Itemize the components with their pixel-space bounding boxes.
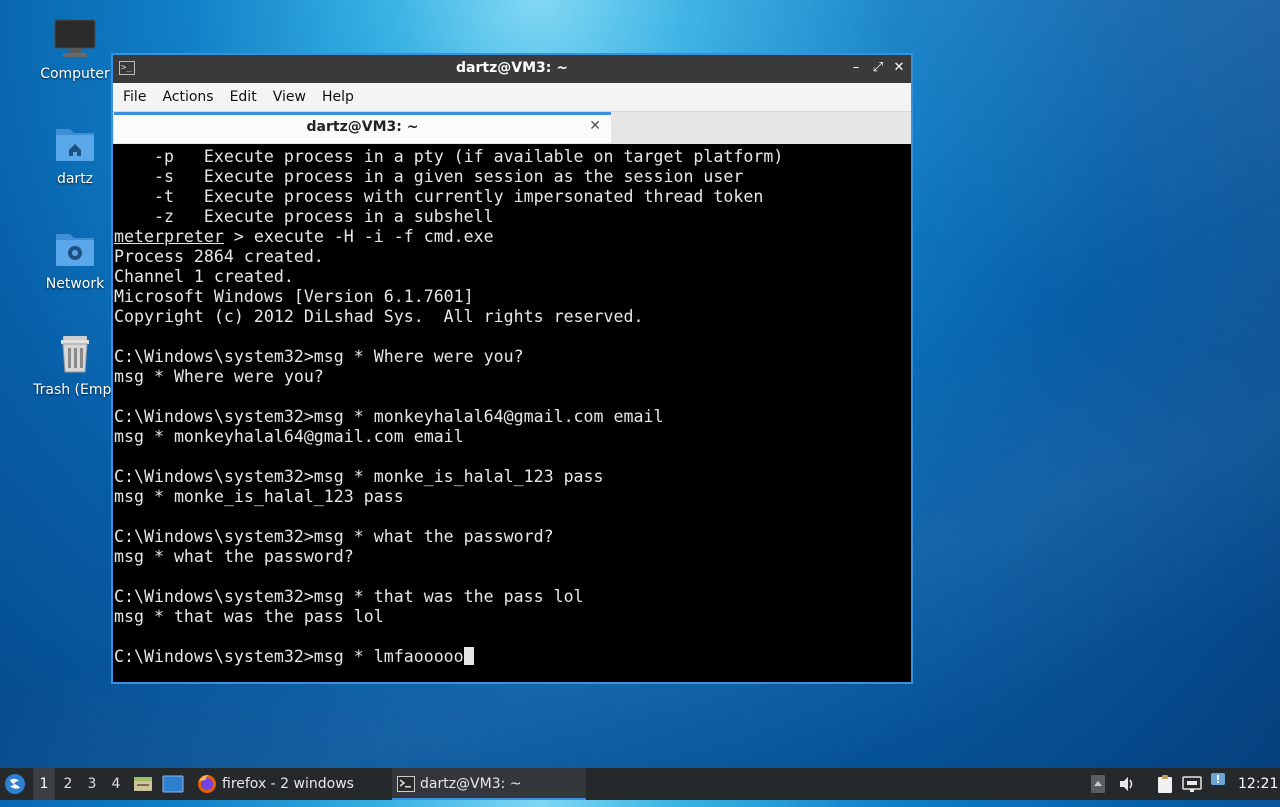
- network-status-button[interactable]: [1182, 768, 1204, 800]
- clock[interactable]: 12:21: [1238, 768, 1278, 800]
- window-title: dartz@VM3: ~: [456, 60, 568, 76]
- menu-bar: File Actions Edit View Help: [113, 83, 911, 112]
- text-cursor: [463, 647, 474, 665]
- terminal-line: Channel 1 created.: [114, 267, 294, 286]
- menu-file[interactable]: File: [117, 89, 152, 105]
- terminal-output[interactable]: -p Execute process in a pty (if availabl…: [113, 144, 911, 682]
- terminal-text: -p Execute process in a pty (if availabl…: [113, 144, 911, 670]
- workspace-2[interactable]: 2: [57, 768, 79, 800]
- terminal-line: Microsoft Windows [Version 6.1.7601]: [114, 287, 474, 306]
- terminal-line: msg * what the password?: [114, 547, 354, 566]
- info-icon: [1211, 773, 1225, 785]
- desktop-icon-trash[interactable]: Trash (Empt: [25, 332, 125, 398]
- desktop-icon-home[interactable]: dartz: [25, 123, 125, 187]
- clipboard-icon: [1158, 775, 1172, 793]
- terminal-line: C:\Windows\system32>msg * that was the p…: [114, 587, 584, 606]
- file-manager-icon: [134, 777, 152, 791]
- maximize-button[interactable]: ⤢: [869, 59, 887, 77]
- firefox-icon: [198, 775, 216, 793]
- close-button[interactable]: ✕: [890, 59, 908, 77]
- terminal-line: -z Execute process in a subshell: [114, 207, 494, 226]
- terminal-line: msg * monke_is_halal_123 pass: [114, 487, 404, 506]
- volume-button[interactable]: [1118, 768, 1138, 800]
- network-folder-icon: [56, 234, 94, 266]
- home-folder-icon: [56, 129, 94, 161]
- meterpreter-prompt: meterpreter: [114, 227, 224, 246]
- terminal-input-line[interactable]: C:\Windows\system32>msg * lmfaooooo: [114, 647, 464, 666]
- terminal-line: -p Execute process in a pty (if availabl…: [114, 147, 784, 166]
- taskbar-item-terminal[interactable]: dartz@VM3: ~: [392, 768, 586, 800]
- tray-scroll-button[interactable]: [1090, 768, 1108, 800]
- trash-icon: [61, 336, 89, 373]
- terminal-line: Process 2864 created.: [114, 247, 324, 266]
- volume-icon: [1120, 777, 1133, 791]
- taskbar-item-firefox[interactable]: firefox - 2 windows: [194, 768, 412, 800]
- terminal-line: msg * Where were you?: [114, 367, 324, 386]
- start-menu-button[interactable]: [4, 768, 30, 800]
- menu-actions[interactable]: Actions: [156, 89, 219, 105]
- terminal-window[interactable]: >_ dartz@VM3: ~ – ⤢ ✕ File Actions Edit …: [111, 53, 913, 684]
- desktop-icon-label: Trash (Empt: [33, 382, 117, 398]
- tab-bar: dartz@VM3: ~ ✕: [113, 112, 911, 145]
- desktop-icon-label: Network: [45, 276, 105, 292]
- terminal-line: -t Execute process with currently impers…: [114, 187, 764, 206]
- terminal-line: msg * that was the pass lol: [114, 607, 384, 626]
- clipboard-button[interactable]: [1156, 768, 1176, 800]
- tab-terminal[interactable]: dartz@VM3: ~ ✕: [114, 112, 611, 143]
- terminal-icon: [397, 776, 415, 792]
- chevron-up-icon: [1091, 775, 1105, 793]
- terminal-line: C:\Windows\system32>msg * Where were you…: [114, 347, 524, 366]
- desktop-icon-label: dartz: [56, 171, 94, 187]
- workspace-4[interactable]: 4: [105, 768, 127, 800]
- tab-label: dartz@VM3: ~: [306, 119, 419, 135]
- desktop-icon-label: Computer: [40, 66, 110, 82]
- taskbar: 1 2 3 4 firefox - 2 windows dartz@VM3: ~: [0, 768, 1280, 800]
- title-bar[interactable]: >_ dartz@VM3: ~ – ⤢ ✕: [113, 55, 911, 83]
- computer-icon: [54, 19, 96, 57]
- menu-view[interactable]: View: [267, 89, 312, 105]
- workspace-1[interactable]: 1: [33, 768, 55, 800]
- menu-help[interactable]: Help: [316, 89, 360, 105]
- minimize-button[interactable]: –: [847, 59, 865, 77]
- lxqt-logo-icon: [5, 774, 25, 794]
- terminal-line: C:\Windows\system32>msg * monkeyhalal64@…: [114, 407, 664, 426]
- workspace-3[interactable]: 3: [81, 768, 103, 800]
- show-desktop-icon: [162, 775, 184, 793]
- notification-button[interactable]: [1210, 768, 1228, 800]
- terminal-line: C:\Windows\system32>msg * monke_is_halal…: [114, 467, 604, 486]
- file-manager-launcher[interactable]: [133, 768, 155, 800]
- desktop-icon-network[interactable]: Network: [25, 228, 125, 292]
- terminal-line: -s Execute process in a given session as…: [114, 167, 744, 186]
- desktop-icon-computer[interactable]: Computer: [25, 18, 125, 82]
- taskbar-item-label: dartz@VM3: ~: [420, 776, 522, 792]
- network-wired-icon: [1182, 776, 1202, 792]
- meterpreter-command: > execute -H -i -f cmd.exe: [223, 227, 494, 246]
- terminal-line: C:\Windows\system32>msg * what the passw…: [114, 527, 554, 546]
- taskbar-item-label: firefox - 2 windows: [222, 776, 354, 792]
- tab-close-icon[interactable]: ✕: [589, 118, 601, 134]
- meterpreter-command-line: meterpreter > execute -H -i -f cmd.exe: [114, 227, 494, 246]
- terminal-line: Copyright (c) 2012 DiLshad Sys. All righ…: [114, 307, 644, 326]
- terminal-line: msg * monkeyhalal64@gmail.com email: [114, 427, 464, 446]
- show-desktop-button[interactable]: [162, 768, 186, 800]
- menu-edit[interactable]: Edit: [224, 89, 263, 105]
